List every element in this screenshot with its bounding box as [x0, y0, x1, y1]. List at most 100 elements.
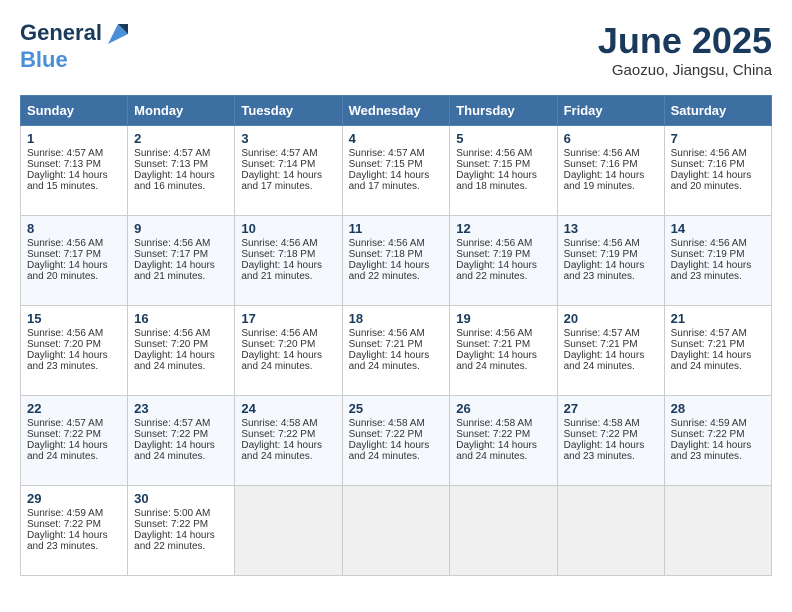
sunrise-label: Sunrise: 4:58 AM [456, 418, 532, 429]
sunrise-label: Sunrise: 4:56 AM [456, 238, 532, 249]
daylight-label: Daylight: 14 hours and 24 minutes. [456, 440, 537, 462]
sunrise-label: Sunrise: 4:56 AM [564, 148, 640, 159]
daylight-label: Daylight: 14 hours and 18 minutes. [456, 170, 537, 192]
empty-cell [664, 486, 771, 576]
sunset-label: Sunset: 7:21 PM [564, 339, 638, 350]
sunset-label: Sunset: 7:22 PM [134, 519, 208, 530]
day-number: 11 [349, 221, 444, 236]
sunset-label: Sunset: 7:22 PM [27, 519, 101, 530]
daylight-label: Daylight: 14 hours and 17 minutes. [349, 170, 430, 192]
daylight-label: Daylight: 14 hours and 24 minutes. [134, 350, 215, 372]
sunset-label: Sunset: 7:22 PM [349, 429, 423, 440]
daylight-label: Daylight: 14 hours and 21 minutes. [241, 260, 322, 282]
day-number: 20 [564, 311, 658, 326]
sunrise-label: Sunrise: 4:57 AM [671, 328, 747, 339]
calendar-table: Sunday Monday Tuesday Wednesday Thursday… [20, 95, 772, 576]
header-sunday: Sunday [21, 96, 128, 126]
sunset-label: Sunset: 7:22 PM [671, 429, 745, 440]
day-cell-9: 9Sunrise: 4:56 AMSunset: 7:17 PMDaylight… [128, 216, 235, 306]
sunset-label: Sunset: 7:21 PM [456, 339, 530, 350]
daylight-label: Daylight: 14 hours and 23 minutes. [671, 260, 752, 282]
empty-cell [450, 486, 557, 576]
day-number: 1 [27, 131, 121, 146]
day-number: 19 [456, 311, 550, 326]
sunrise-label: Sunrise: 4:56 AM [349, 328, 425, 339]
daylight-label: Daylight: 14 hours and 20 minutes. [27, 260, 108, 282]
daylight-label: Daylight: 14 hours and 22 minutes. [456, 260, 537, 282]
title-area: June 2025 Gaozuo, Jiangsu, China [598, 20, 772, 79]
day-cell-16: 16Sunrise: 4:56 AMSunset: 7:20 PMDayligh… [128, 306, 235, 396]
sunrise-label: Sunrise: 4:56 AM [456, 148, 532, 159]
sunset-label: Sunset: 7:20 PM [241, 339, 315, 350]
day-number: 28 [671, 401, 765, 416]
sunrise-label: Sunrise: 4:57 AM [27, 148, 103, 159]
sunset-label: Sunset: 7:18 PM [241, 249, 315, 260]
daylight-label: Daylight: 14 hours and 17 minutes. [241, 170, 322, 192]
sunset-label: Sunset: 7:22 PM [134, 429, 208, 440]
day-cell-13: 13Sunrise: 4:56 AMSunset: 7:19 PMDayligh… [557, 216, 664, 306]
header-thursday: Thursday [450, 96, 557, 126]
day-number: 6 [564, 131, 658, 146]
sunset-label: Sunset: 7:15 PM [456, 159, 530, 170]
empty-cell [557, 486, 664, 576]
sunset-label: Sunset: 7:13 PM [27, 159, 101, 170]
daylight-label: Daylight: 14 hours and 24 minutes. [671, 350, 752, 372]
day-cell-29: 29Sunrise: 4:59 AMSunset: 7:22 PMDayligh… [21, 486, 128, 576]
sunrise-label: Sunrise: 4:56 AM [349, 238, 425, 249]
sunset-label: Sunset: 7:13 PM [134, 159, 208, 170]
sunset-label: Sunset: 7:22 PM [241, 429, 315, 440]
sunrise-label: Sunrise: 4:58 AM [241, 418, 317, 429]
sunrise-label: Sunrise: 4:57 AM [564, 328, 640, 339]
sunrise-label: Sunrise: 4:59 AM [671, 418, 747, 429]
page-header: General Blue June 2025 Gaozuo, Jiangsu, … [20, 20, 772, 79]
day-number: 14 [671, 221, 765, 236]
day-cell-5: 5Sunrise: 4:56 AMSunset: 7:15 PMDaylight… [450, 126, 557, 216]
sunset-label: Sunset: 7:14 PM [241, 159, 315, 170]
sunrise-label: Sunrise: 4:57 AM [134, 418, 210, 429]
day-number: 25 [349, 401, 444, 416]
day-number: 10 [241, 221, 335, 236]
daylight-label: Daylight: 14 hours and 23 minutes. [27, 530, 108, 552]
day-cell-6: 6Sunrise: 4:56 AMSunset: 7:16 PMDaylight… [557, 126, 664, 216]
day-cell-10: 10 Sunrise: 4:56 AMSunset: 7:18 PMDayligh… [235, 216, 342, 306]
daylight-label: Daylight: 14 hours and 23 minutes. [27, 350, 108, 372]
sunset-label: Sunset: 7:16 PM [671, 159, 745, 170]
week-row-2: 8Sunrise: 4:56 AMSunset: 7:17 PMDaylight… [21, 216, 772, 306]
day-cell-23: 23Sunrise: 4:57 AMSunset: 7:22 PMDayligh… [128, 396, 235, 486]
sunset-label: Sunset: 7:22 PM [456, 429, 530, 440]
sunrise-label: Sunrise: 4:57 AM [349, 148, 425, 159]
daylight-label: Daylight: 14 hours and 23 minutes. [671, 440, 752, 462]
logo-icon [104, 20, 132, 48]
sunset-label: Sunset: 7:16 PM [564, 159, 638, 170]
daylight-label: Daylight: 14 hours and 22 minutes. [134, 530, 215, 552]
day-cell-3: 3Sunrise: 4:57 AMSunset: 7:14 PMDaylight… [235, 126, 342, 216]
day-number: 23 [134, 401, 228, 416]
day-cell-17: 17Sunrise: 4:56 AMSunset: 7:20 PMDayligh… [235, 306, 342, 396]
day-number: 4 [349, 131, 444, 146]
day-number: 18 [349, 311, 444, 326]
day-number: 17 [241, 311, 335, 326]
sunrise-label: Sunrise: 4:56 AM [456, 328, 532, 339]
sunset-label: Sunset: 7:22 PM [564, 429, 638, 440]
sunrise-label: Sunrise: 4:56 AM [241, 238, 317, 249]
day-cell-25: 25Sunrise: 4:58 AMSunset: 7:22 PMDayligh… [342, 396, 450, 486]
daylight-label: Daylight: 14 hours and 16 minutes. [134, 170, 215, 192]
day-cell-15: 15Sunrise: 4:56 AMSunset: 7:20 PMDayligh… [21, 306, 128, 396]
daylight-label: Daylight: 14 hours and 24 minutes. [349, 440, 430, 462]
header-tuesday: Tuesday [235, 96, 342, 126]
daylight-label: Daylight: 14 hours and 22 minutes. [349, 260, 430, 282]
daylight-label: Daylight: 14 hours and 23 minutes. [564, 440, 645, 462]
day-cell-2: 2Sunrise: 4:57 AMSunset: 7:13 PMDaylight… [128, 126, 235, 216]
header-saturday: Saturday [664, 96, 771, 126]
header-monday: Monday [128, 96, 235, 126]
day-number: 29 [27, 491, 121, 506]
sunset-label: Sunset: 7:18 PM [349, 249, 423, 260]
week-row-4: 22Sunrise: 4:57 AMSunset: 7:22 PMDayligh… [21, 396, 772, 486]
day-number: 16 [134, 311, 228, 326]
sunset-label: Sunset: 7:20 PM [27, 339, 101, 350]
day-cell-1: 1Sunrise: 4:57 AMSunset: 7:13 PMDaylight… [21, 126, 128, 216]
sunrise-label: Sunrise: 4:57 AM [27, 418, 103, 429]
sunrise-label: Sunrise: 4:56 AM [564, 238, 640, 249]
sunrise-label: Sunrise: 4:56 AM [27, 238, 103, 249]
day-number: 9 [134, 221, 228, 236]
